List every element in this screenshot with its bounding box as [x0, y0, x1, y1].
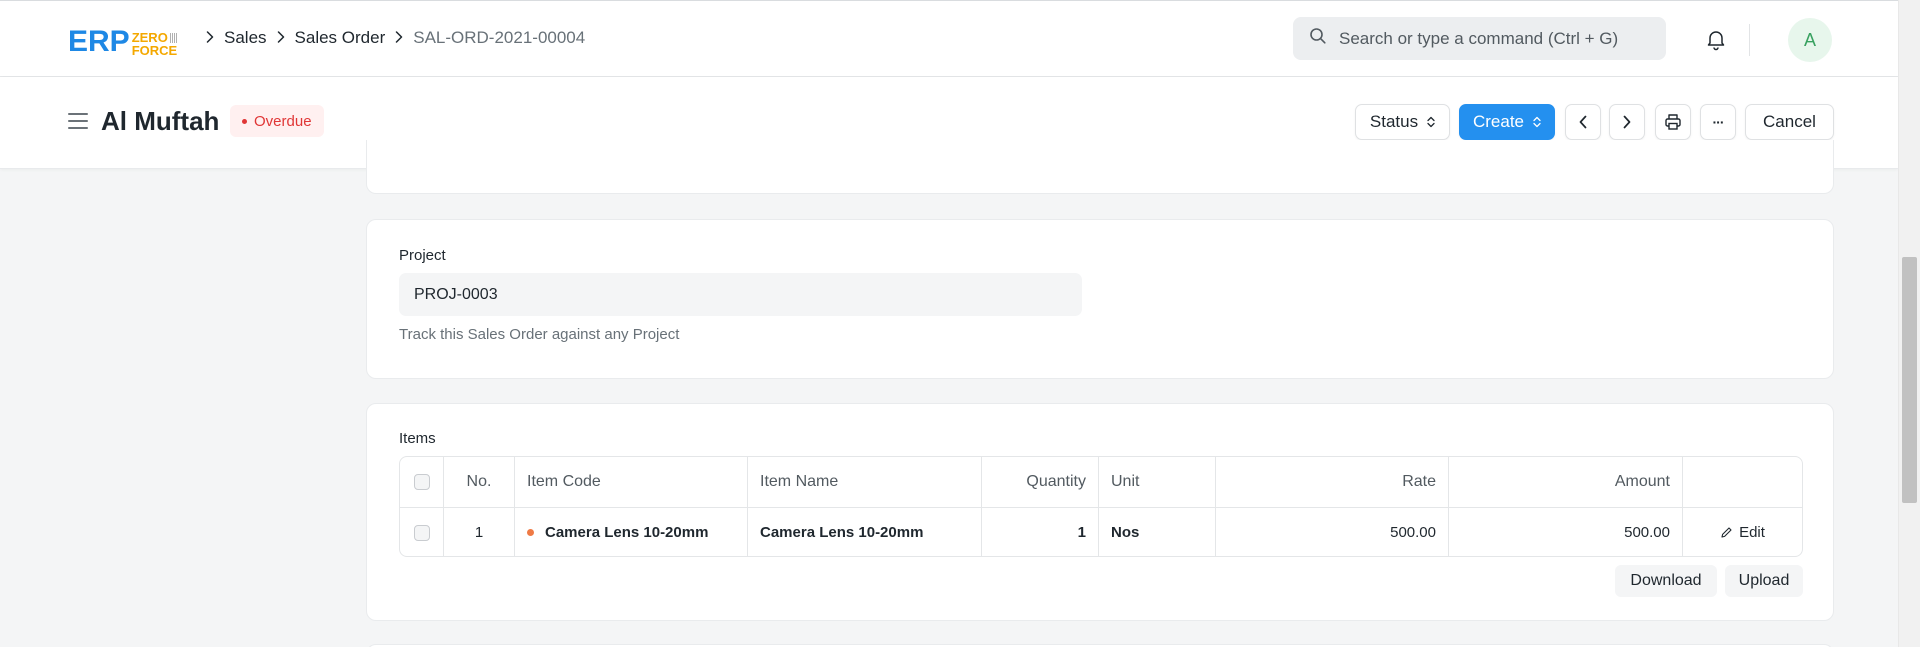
item-status-dot-icon [527, 529, 534, 536]
row-item-code: Camera Lens 10-20mm [545, 524, 709, 541]
previous-section-card [366, 140, 1834, 194]
navbar: ERP ZERO FORCE Sales Sales Order SAL-ORD… [0, 0, 1898, 77]
row-edit-button[interactable]: Edit [1720, 524, 1765, 541]
search-icon [1309, 27, 1327, 50]
row-item-code-cell[interactable]: Camera Lens 10-20mm [515, 508, 748, 556]
row-unit-cell[interactable]: Nos [1099, 508, 1216, 556]
sort-arrows-icon [1427, 116, 1435, 128]
column-header-actions [1683, 457, 1802, 507]
logo-force-text: FORCE [131, 43, 178, 58]
row-amount: 500.00 [1624, 524, 1670, 541]
chevron-right-icon [395, 30, 403, 46]
pencil-icon [1720, 526, 1733, 539]
row-select-checkbox[interactable] [413, 524, 430, 541]
page-title: Al Muftah [101, 106, 220, 136]
column-header-amount: Amount [1449, 457, 1683, 507]
row-rate: 500.00 [1390, 524, 1436, 541]
column-header-rate: Rate [1216, 457, 1449, 507]
logo-erp-text: ERP [68, 25, 130, 58]
project-input[interactable] [399, 273, 1082, 316]
app-logo[interactable]: ERP ZERO FORCE [68, 25, 178, 57]
sidebar-toggle-icon[interactable] [68, 113, 88, 131]
row-item-name-cell[interactable]: Camera Lens 10-20mm [748, 508, 982, 556]
download-button[interactable]: Download [1615, 565, 1717, 597]
navbar-divider [1749, 24, 1750, 56]
row-edit-label: Edit [1739, 524, 1765, 541]
sort-arrows-icon [1533, 116, 1541, 128]
row-edit-cell: Edit [1683, 508, 1802, 556]
cancel-button-label: Cancel [1763, 112, 1816, 131]
status-badge: Overdue [230, 105, 324, 137]
status-dot-icon [242, 118, 247, 124]
create-button[interactable]: Create [1459, 104, 1555, 140]
search-input[interactable] [1339, 28, 1659, 49]
row-no: 1 [474, 524, 484, 541]
previous-doc-button[interactable] [1565, 104, 1601, 140]
table-row[interactable]: 1 Camera Lens 10-20mm Camera Lens 10-20m… [400, 507, 1802, 556]
row-unit: Nos [1111, 524, 1140, 541]
status-badge-label: Overdue [254, 112, 312, 130]
breadcrumb-current[interactable]: SAL-ORD-2021-00004 [413, 28, 585, 48]
chevron-right-icon [1622, 115, 1632, 129]
row-quantity: 1 [1077, 524, 1086, 541]
breadcrumb-sales-order[interactable]: Sales Order [295, 28, 386, 48]
select-all-checkbox[interactable] [413, 474, 430, 490]
column-header-item-code: Item Code [515, 457, 748, 507]
header-checkbox-cell [400, 457, 444, 507]
next-doc-button[interactable] [1609, 104, 1645, 140]
column-header-unit: Unit [1099, 457, 1216, 507]
breadcrumb-sales[interactable]: Sales [224, 28, 267, 48]
items-section-card: Items No. Item Code Item Name Quantity U… [366, 403, 1834, 621]
upload-button[interactable]: Upload [1725, 565, 1803, 597]
items-table: No. Item Code Item Name Quantity Unit Ra… [399, 456, 1803, 557]
logo-bars-icon [169, 32, 178, 43]
print-button[interactable] [1655, 104, 1691, 140]
column-header-no: No. [444, 457, 515, 507]
more-dots-icon: ··· [1712, 114, 1725, 130]
column-header-item-name: Item Name [748, 457, 982, 507]
status-button[interactable]: Status [1355, 104, 1450, 140]
column-header-quantity: Quantity [982, 457, 1099, 507]
project-section-card: Project Track this Sales Order against a… [366, 219, 1834, 379]
user-avatar[interactable]: A [1788, 18, 1832, 62]
status-button-label: Status [1369, 112, 1419, 131]
row-checkbox-cell [400, 508, 444, 556]
page-scrollbar-thumb[interactable] [1902, 257, 1917, 503]
logo-subtext: ZERO FORCE [132, 31, 178, 57]
row-amount-cell[interactable]: 500.00 [1449, 508, 1683, 556]
notification-bell-icon[interactable] [1704, 27, 1728, 51]
project-field-label: Project [399, 247, 446, 264]
items-table-header: No. Item Code Item Name Quantity Unit Ra… [400, 457, 1802, 507]
create-button-label: Create [1472, 112, 1525, 131]
chevron-left-icon [1578, 115, 1588, 129]
row-item-name: Camera Lens 10-20mm [760, 524, 924, 541]
chevron-right-icon [206, 30, 214, 46]
more-actions-button[interactable]: ··· [1700, 104, 1736, 140]
search-bar[interactable] [1293, 17, 1666, 60]
items-field-label: Items [399, 430, 436, 447]
project-field-description: Track this Sales Order against any Proje… [399, 326, 680, 343]
row-no-cell: 1 [444, 508, 515, 556]
row-rate-cell[interactable]: 500.00 [1216, 508, 1449, 556]
printer-icon [1664, 113, 1682, 131]
breadcrumb: Sales Sales Order SAL-ORD-2021-00004 [196, 28, 585, 48]
row-quantity-cell[interactable]: 1 [982, 508, 1099, 556]
chevron-right-icon [277, 30, 285, 46]
cancel-button[interactable]: Cancel [1745, 104, 1834, 140]
